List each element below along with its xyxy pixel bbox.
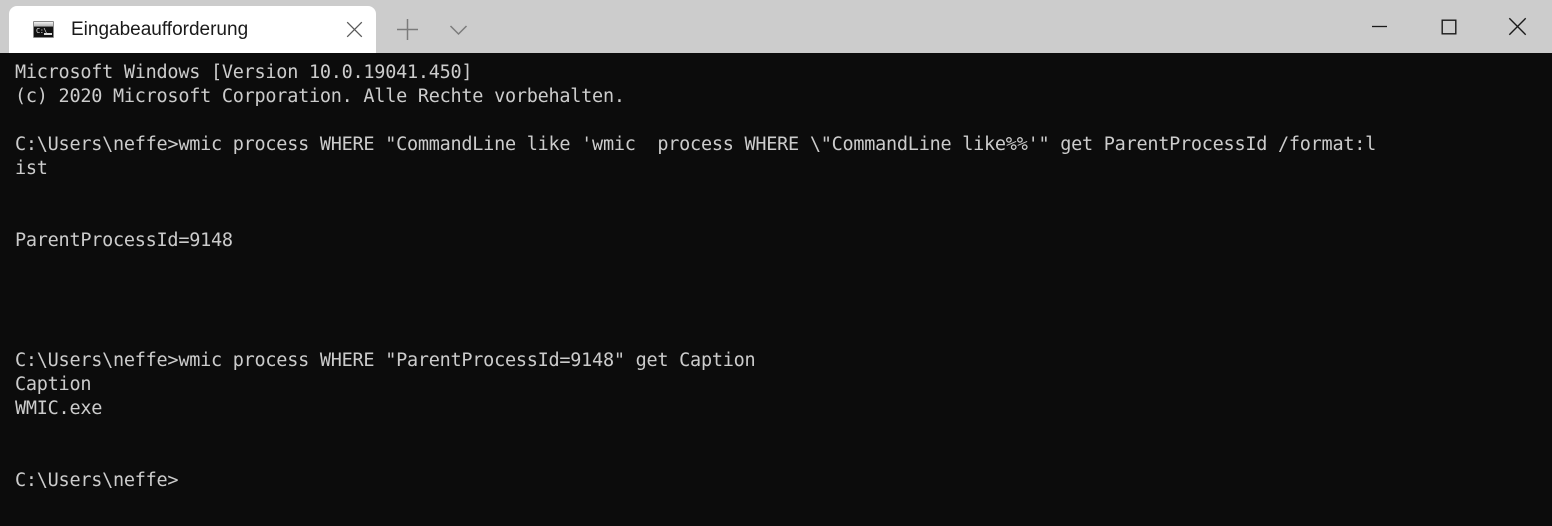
tab-label: Eingabeaufforderung [71, 18, 249, 40]
console-line: C:\Users\neffe>wmic process WHERE "Comma… [15, 134, 1376, 155]
maximize-button[interactable] [1414, 0, 1483, 53]
new-tab-button[interactable] [385, 6, 429, 53]
console-line: WMIC.exe [15, 398, 103, 419]
command-prompt-icon: C:\ [33, 21, 54, 38]
tab-eingabeaufforderung[interactable]: C:\ Eingabeaufforderung [9, 6, 376, 53]
tab-strip: C:\ Eingabeaufforderung [0, 0, 480, 53]
console-line: ParentProcessId=9148 [15, 230, 233, 251]
console-output[interactable]: Microsoft Windows [Version 10.0.19041.45… [0, 53, 1552, 526]
minimize-button[interactable] [1345, 0, 1414, 53]
tab-dropdown-chevron-down-icon[interactable] [436, 6, 480, 53]
window-controls [1345, 0, 1552, 53]
tab-close-icon[interactable] [332, 6, 376, 53]
terminal-window: C:\ Eingabeaufforderung Microsoft Window… [0, 0, 1552, 526]
console-line: Microsoft Windows [Version 10.0.19041.45… [15, 62, 473, 83]
console-line: ist [15, 158, 48, 179]
console-line: C:\Users\neffe>wmic process WHERE "Paren… [15, 350, 756, 371]
title-bar: C:\ Eingabeaufforderung [0, 0, 1552, 53]
console-line: (c) 2020 Microsoft Corporation. Alle Rec… [15, 86, 625, 107]
close-button[interactable] [1483, 0, 1552, 53]
console-line: C:\Users\neffe> [15, 470, 179, 491]
console-line: Caption [15, 374, 92, 395]
